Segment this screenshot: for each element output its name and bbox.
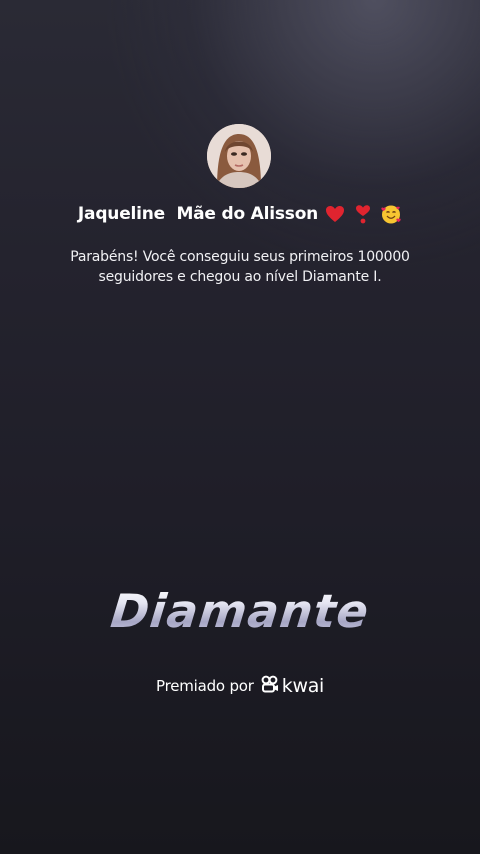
- level-title: Diamante: [0, 584, 480, 638]
- heart-exclamation-icon: [352, 203, 374, 225]
- award-row: Premiado por kwai: [0, 674, 480, 698]
- award-prefix: Premiado por: [155, 677, 254, 695]
- smiling-face-with-hearts-icon: [380, 203, 402, 225]
- kwai-wordmark: kwai: [281, 675, 325, 697]
- message-line-2: seguidores e chegou ao nível Diamante I.: [98, 269, 382, 285]
- avatar[interactable]: [207, 124, 271, 188]
- red-heart-icon: [324, 203, 346, 225]
- profile-name-row: Jaqueline Mãe do Alisson: [0, 200, 480, 228]
- congratulations-message: Parabéns! Você conseguiu seus primeiros …: [40, 247, 440, 287]
- profile-name: Jaqueline Mãe do Alisson: [77, 204, 319, 224]
- message-line-1: Parabéns! Você conseguiu seus primeiros …: [70, 249, 410, 265]
- kwai-brand[interactable]: kwai: [260, 674, 324, 698]
- kwai-logo-icon: [260, 674, 280, 698]
